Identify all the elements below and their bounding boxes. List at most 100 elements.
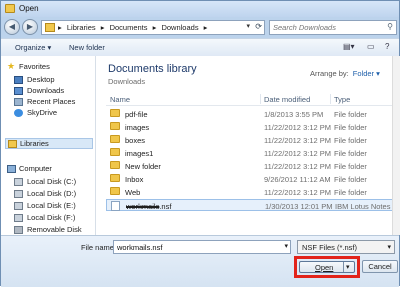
folder-icon	[110, 161, 120, 169]
file-row[interactable]: images 11/22/2012 3:12 PM File folder	[106, 121, 396, 133]
file-type-filter-value: NSF Files (*.nsf)	[302, 243, 358, 252]
nav-label: Recent Places	[27, 97, 76, 106]
file-extension: .nsf	[159, 202, 172, 211]
file-date: 11/22/2012 3:12 PM	[264, 162, 331, 171]
nav-favorites[interactable]: ★ Favorites	[1, 61, 95, 73]
file-row[interactable]: pdf-file 1/8/2013 3:55 PM File folder	[106, 108, 396, 120]
search-input[interactable]	[273, 22, 381, 33]
crumb-separator: ▸	[100, 23, 105, 32]
chevron-down-icon[interactable]: ▾	[284, 242, 288, 250]
file-type: File folder	[334, 110, 367, 119]
arrange-label: Arrange by:	[310, 69, 349, 78]
cloud-icon	[14, 109, 23, 117]
refresh-icon[interactable]: ⟳	[255, 22, 262, 31]
folder-icon	[110, 174, 120, 182]
removable-disk-icon	[14, 226, 23, 234]
folder-icon	[110, 122, 120, 130]
nav-desktop[interactable]: Desktop	[1, 75, 95, 86]
chevron-down-icon[interactable]: ▾	[346, 263, 350, 271]
file-type: File folder	[334, 136, 367, 145]
file-row[interactable]: boxes 11/22/2012 3:12 PM File folder	[106, 134, 396, 146]
chevron-down-icon[interactable]: ▾	[246, 22, 250, 30]
toolbar: Organize ▾ New folder ▤▾ ▭ ?	[1, 38, 399, 57]
nav-label: SkyDrive	[27, 108, 58, 117]
file-date: 11/22/2012 3:12 PM	[264, 149, 331, 158]
nav-label: Local Disk (D:)	[27, 189, 77, 198]
column-name[interactable]: Name	[110, 95, 130, 104]
nav-label: Desktop	[27, 75, 55, 84]
nav-skydrive[interactable]: SkyDrive	[1, 108, 95, 119]
chevron-down-icon: ▾	[387, 244, 391, 251]
file-name-input[interactable]	[117, 242, 277, 252]
nav-libraries[interactable]: Libraries	[5, 138, 93, 149]
organize-button[interactable]: Organize ▾	[15, 43, 51, 52]
downloads-icon	[14, 87, 23, 95]
file-list-pane: Documents library Downloads Arrange by: F…	[96, 56, 399, 235]
new-folder-button[interactable]: New folder	[69, 43, 105, 52]
nav-recent-places[interactable]: Recent Places	[1, 97, 95, 108]
nav-label: Computer	[19, 164, 52, 173]
column-date[interactable]: Date modified	[264, 95, 310, 104]
file-row[interactable]: New folder 11/22/2012 3:12 PM File folde…	[106, 160, 396, 172]
crumb-downloads[interactable]: Downloads	[161, 23, 198, 32]
nav-downloads[interactable]: Downloads	[1, 86, 95, 97]
drive-icon	[14, 190, 23, 198]
star-icon: ★	[7, 61, 16, 71]
file-row[interactable]: Inbox 9/26/2012 11:12 AM File folder	[106, 173, 396, 185]
folder-icon	[110, 148, 120, 156]
search-icon: ⚲	[387, 22, 393, 31]
title-bar: Open	[1, 1, 399, 17]
back-arrow-icon[interactable]: ◀	[4, 19, 20, 35]
nav-drive-c[interactable]: Local Disk (C:)	[1, 177, 95, 188]
file-date: 11/22/2012 3:12 PM	[264, 188, 331, 197]
file-type: File folder	[334, 149, 367, 158]
open-button-label: Open	[315, 263, 334, 272]
dialog-footer: File name: ▾ NSF Files (*.nsf) ▾ Open ▾ …	[1, 235, 399, 287]
arrange-by: Arrange by: Folder ▾	[310, 69, 380, 78]
crumb-documents[interactable]: Documents	[110, 23, 148, 32]
folder-icon	[110, 109, 120, 117]
window-title: Open	[19, 4, 39, 13]
nav-drive-e[interactable]: Local Disk (E:)	[1, 201, 95, 212]
nav-computer[interactable]: Computer	[1, 164, 95, 175]
preview-pane-icon[interactable]: ▭	[367, 42, 375, 51]
column-divider	[330, 94, 331, 104]
nav-removable-disk[interactable]: Removable Disk	[1, 225, 95, 235]
nav-label: Local Disk (F:)	[27, 213, 76, 222]
file-name-combobox[interactable]: ▾	[113, 240, 291, 254]
arrange-dropdown[interactable]: Folder ▾	[353, 69, 380, 78]
file-date: 1/30/2013 12:01 PM	[265, 202, 333, 211]
file-row-selected[interactable]: workmails.nsf 1/30/2013 12:01 PM IBM Lot…	[106, 199, 399, 211]
file-name: images	[125, 123, 150, 132]
file-row[interactable]: Web 11/22/2012 3:12 PM File folder	[106, 186, 396, 198]
view-options-icon[interactable]: ▤▾	[343, 42, 355, 51]
file-type: File folder	[334, 188, 367, 197]
file-type: File folder	[334, 123, 367, 132]
nav-drive-d[interactable]: Local Disk (D:)	[1, 189, 95, 200]
file-name: pdf-file	[125, 110, 148, 119]
nav-label: Local Disk (E:)	[27, 201, 76, 210]
file-name: New folder	[125, 162, 161, 171]
nav-drive-f[interactable]: Local Disk (F:)	[1, 213, 95, 224]
help-icon[interactable]: ?	[385, 42, 389, 51]
cancel-button[interactable]: Cancel	[362, 260, 398, 273]
breadcrumb: ▸ Libraries ▸ Documents ▸ Downloads ▸	[58, 23, 210, 32]
split-divider	[343, 262, 344, 272]
crumb-libraries[interactable]: Libraries	[67, 23, 96, 32]
open-button[interactable]: Open ▾	[299, 261, 355, 273]
file-name: images1	[125, 149, 154, 158]
open-dialog: Open ◀ ▶ ▸ Libraries ▸ Documents ▸ Downl…	[0, 0, 400, 287]
file-row[interactable]: images1 11/22/2012 3:12 PM File folder	[106, 147, 396, 159]
drive-icon	[14, 178, 23, 186]
open-button-highlight: Open ▾	[294, 256, 360, 278]
column-type[interactable]: Type	[334, 95, 350, 104]
file-type-filter[interactable]: NSF Files (*.nsf) ▾	[297, 240, 395, 254]
file-type: IBM Lotus Notes d...	[335, 202, 399, 211]
nav-label: Removable Disk	[27, 225, 82, 234]
vertical-scrollbar[interactable]	[392, 56, 400, 235]
forward-arrow-icon[interactable]: ▶	[22, 19, 38, 35]
computer-icon	[7, 165, 16, 173]
address-bar[interactable]: ▸ Libraries ▸ Documents ▸ Downloads ▸ ▾ …	[41, 20, 265, 35]
library-title: Documents library	[108, 63, 197, 75]
search-box[interactable]: ⚲	[269, 20, 397, 35]
